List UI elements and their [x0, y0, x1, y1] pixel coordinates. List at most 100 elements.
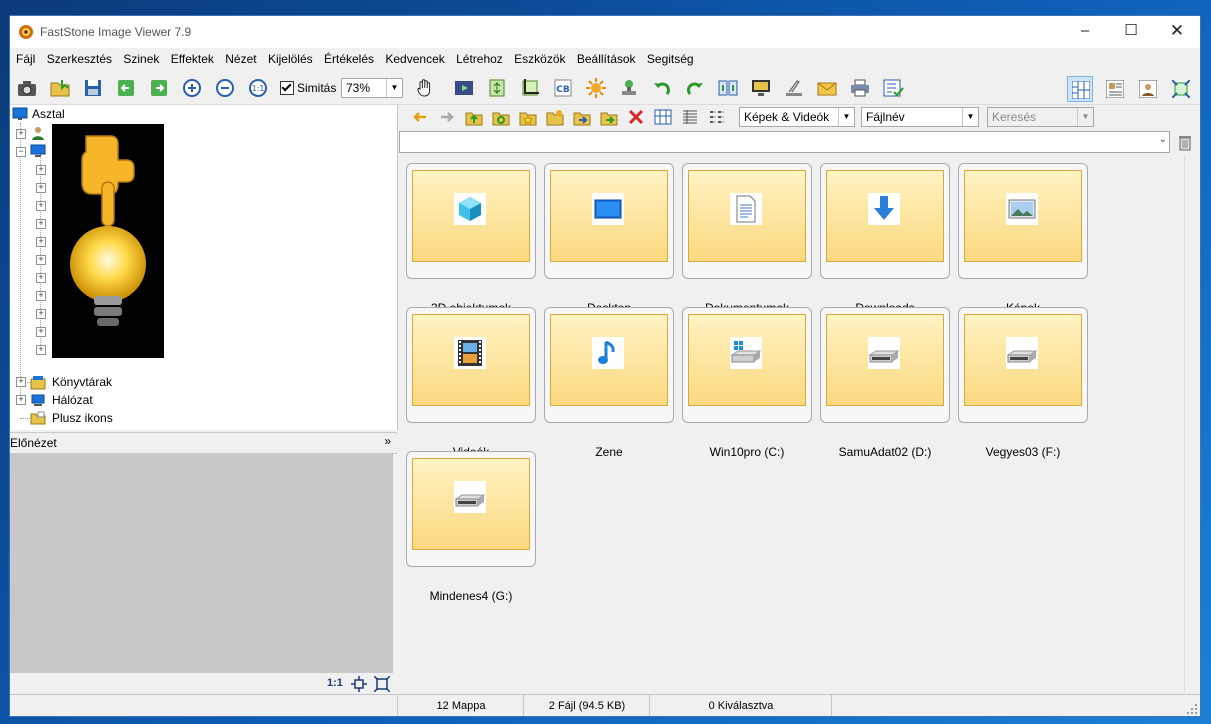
slideshow-button[interactable] [453, 77, 475, 99]
actual-size-button[interactable]: 1:1 [247, 77, 269, 99]
actual-size-link[interactable]: 1:1 [327, 677, 343, 689]
folder-tile-drive-c[interactable] [682, 307, 812, 423]
tree-expand-toggle[interactable]: + [36, 165, 46, 175]
previous-image-button[interactable] [115, 77, 137, 99]
printer-icon [851, 79, 869, 97]
folder-tile-music[interactable] [544, 307, 674, 423]
scan-button[interactable] [783, 77, 805, 99]
save-button[interactable] [82, 77, 104, 99]
menu-select[interactable]: Kijelölés [264, 48, 317, 70]
up-folder-button[interactable] [465, 108, 483, 126]
email-button[interactable] [816, 77, 838, 99]
menu-view[interactable]: Nézet [221, 48, 260, 70]
list-view-button[interactable] [708, 108, 726, 126]
smoothing-checkbox[interactable]: Simitás [280, 80, 336, 96]
menu-create[interactable]: Létrehoz [452, 48, 507, 70]
single-view-button[interactable] [1135, 76, 1161, 102]
menu-rating[interactable]: Értékelés [320, 48, 378, 70]
stamp-button[interactable] [618, 77, 640, 99]
wallpaper-button[interactable] [750, 77, 772, 99]
folder-tile-videos[interactable] [406, 307, 536, 423]
color-adjust-button[interactable]: CB [552, 77, 574, 99]
copy-to-button[interactable] [573, 108, 591, 126]
rotate-right-button[interactable] [684, 77, 706, 99]
full-view-icon[interactable] [374, 676, 390, 692]
status-file-count: 2 Fájl (94.5 KB) [523, 695, 650, 716]
zoom-in-button[interactable] [181, 77, 203, 99]
refresh-button[interactable] [492, 108, 510, 126]
preview-header[interactable]: Előnézet » [10, 432, 397, 454]
clear-history-trash-icon[interactable] [1176, 133, 1194, 151]
folder-tile-drive-d[interactable] [820, 307, 950, 423]
vertical-scrollbar[interactable] [1184, 156, 1200, 693]
print-button[interactable] [849, 77, 871, 99]
preview-layout-button[interactable] [1102, 76, 1128, 102]
resize-icon [489, 79, 505, 97]
tree-expand-toggle[interactable]: + [16, 395, 26, 405]
search-input[interactable]: Keresés ▼ [987, 107, 1094, 127]
compare-button[interactable] [717, 77, 739, 99]
folder-tile-downloads[interactable] [820, 163, 950, 279]
new-folder-button[interactable] [546, 108, 564, 126]
close-button[interactable]: ✕ [1154, 16, 1200, 48]
menu-favorites[interactable]: Kedvencek [381, 48, 448, 70]
next-image-button[interactable] [148, 77, 170, 99]
tree-expand-toggle[interactable]: + [36, 219, 46, 229]
folder-tile-pictures[interactable] [958, 163, 1088, 279]
menu-file[interactable]: Fájl [12, 48, 39, 70]
menu-edit[interactable]: Szerkesztés [43, 48, 116, 70]
tree-expand-toggle[interactable]: + [36, 345, 46, 355]
back-arrow-icon [413, 112, 426, 122]
details-view-button[interactable] [681, 108, 699, 126]
back-button[interactable] [411, 108, 429, 126]
tree-expand-toggle[interactable]: + [36, 273, 46, 283]
tree-expand-toggle[interactable]: + [36, 309, 46, 319]
folder-tile-desktop[interactable] [544, 163, 674, 279]
menu-settings[interactable]: Beállítások [573, 48, 640, 70]
thumbnail-view-button[interactable] [654, 108, 672, 126]
folder-tile-drive-f[interactable] [958, 307, 1088, 423]
delete-button[interactable] [627, 108, 645, 126]
fullscreen-button[interactable] [1168, 76, 1194, 102]
tree-expand-toggle[interactable]: + [36, 327, 46, 337]
file-type-filter-select[interactable]: Képek & Videók ▼ [739, 107, 855, 127]
menu-help[interactable]: Segitség [643, 48, 698, 70]
forward-button[interactable] [438, 108, 456, 126]
zoom-value: 73% [346, 81, 371, 95]
tree-collapse-toggle[interactable]: − [16, 147, 26, 157]
zoom-select[interactable]: 73% ▼ [341, 78, 403, 98]
open-folder-button[interactable] [49, 77, 71, 99]
folder-tile-documents[interactable] [682, 163, 812, 279]
tree-expand-toggle[interactable]: + [16, 377, 26, 387]
tree-expand-toggle[interactable]: + [16, 129, 26, 139]
resize-grip-icon[interactable] [1187, 704, 1197, 714]
rotate-left-button[interactable] [651, 77, 673, 99]
collapse-chevron-icon[interactable]: » [384, 434, 391, 448]
sort-order-select[interactable]: Fájlnév ▼ [861, 107, 979, 127]
tree-expand-toggle[interactable]: + [36, 255, 46, 265]
effects-button[interactable] [585, 77, 607, 99]
maximize-button[interactable]: ☐ [1108, 16, 1154, 48]
tree-expand-toggle[interactable]: + [36, 291, 46, 301]
menu-effects[interactable]: Effektek [167, 48, 218, 70]
menu-tools[interactable]: Eszközök [510, 48, 569, 70]
tree-expand-toggle[interactable]: + [36, 183, 46, 193]
zoom-out-button[interactable] [214, 77, 236, 99]
camera-button[interactable] [16, 77, 38, 99]
batch-button[interactable] [882, 77, 904, 99]
folder-star-icon [519, 112, 537, 126]
favorites-button[interactable] [519, 108, 537, 126]
resize-button[interactable] [486, 77, 508, 99]
path-input[interactable]: ⌄ [399, 131, 1170, 153]
hand-tool-button[interactable] [414, 77, 444, 99]
folder-tile-drive-g[interactable] [406, 451, 536, 567]
tree-expand-toggle[interactable]: + [36, 201, 46, 211]
crop-button[interactable] [519, 77, 541, 99]
folder-tile-3d-objects[interactable] [406, 163, 536, 279]
fit-window-icon[interactable] [351, 676, 367, 692]
browser-layout-button[interactable] [1067, 76, 1093, 102]
tree-expand-toggle[interactable]: + [36, 237, 46, 247]
menu-colors[interactable]: Szinek [119, 48, 163, 70]
minimize-button[interactable]: – [1062, 16, 1108, 48]
move-to-button[interactable] [600, 108, 618, 126]
